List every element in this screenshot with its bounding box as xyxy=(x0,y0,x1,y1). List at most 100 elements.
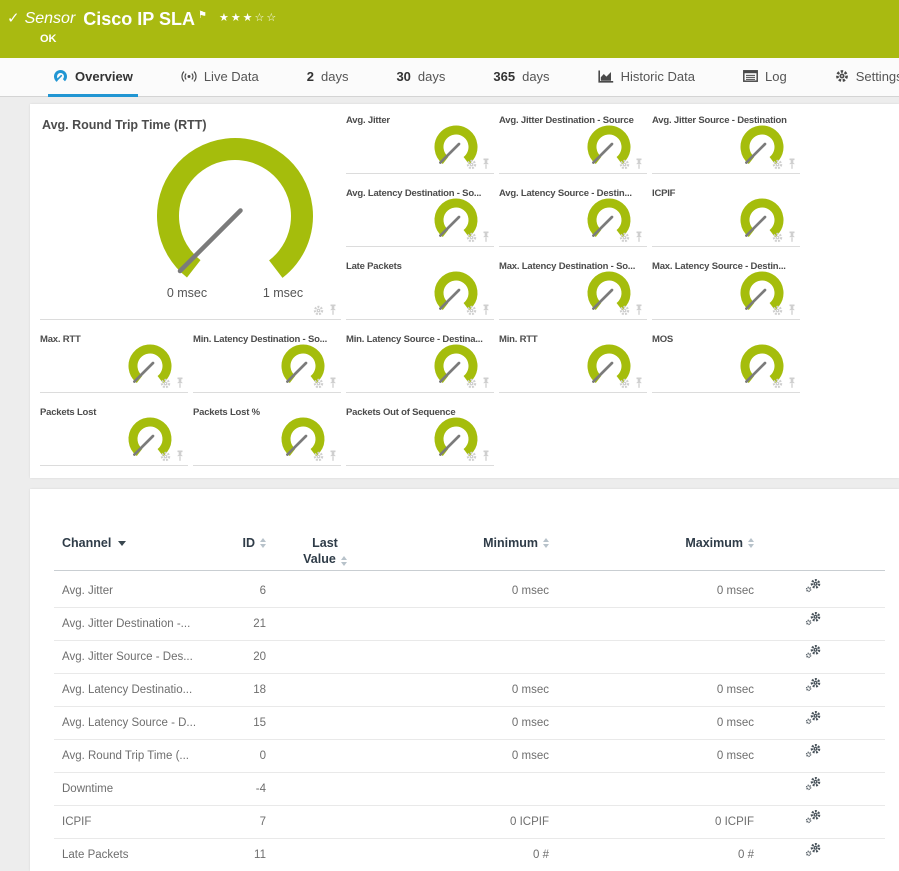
gauge-settings-gear-icon[interactable] xyxy=(313,451,324,462)
gauge-panel-avg-latency-destination-so[interactable]: Avg. Latency Destination - So... xyxy=(346,185,494,247)
gauge-panel-late-packets[interactable]: Late Packets xyxy=(346,258,494,320)
gauge-settings-gear-icon[interactable] xyxy=(772,159,783,170)
gauge-pin-icon[interactable] xyxy=(634,231,644,243)
channel-name[interactable]: Avg. Round Trip Time (... xyxy=(62,740,212,773)
channel-name[interactable]: Downtime xyxy=(62,773,212,806)
gauge-pin-icon[interactable] xyxy=(328,450,338,462)
gauge-panel-avg-round-trip-time[interactable]: Avg. Round Trip Time (RTT) 0 msec 1 msec xyxy=(40,112,341,320)
gauge-panel-icpif[interactable]: ICPIF xyxy=(652,185,800,247)
tab-2-days[interactable]: 2days xyxy=(302,58,354,97)
gauge-pin-icon[interactable] xyxy=(481,450,491,462)
gauge-settings-gear-icon[interactable] xyxy=(466,451,477,462)
gauge-panel-max-latency-source-destin[interactable]: Max. Latency Source - Destin... xyxy=(652,258,800,320)
gauge-pin-icon[interactable] xyxy=(634,304,644,316)
gauge-settings-gear-icon[interactable] xyxy=(160,378,171,389)
channel-name[interactable]: Avg. Jitter xyxy=(62,575,212,608)
gauge-settings-gear-icon[interactable] xyxy=(160,451,171,462)
gauge-settings-gear-icon[interactable] xyxy=(619,159,630,170)
column-header-id[interactable]: ID xyxy=(200,535,266,551)
gauge-pin-icon[interactable] xyxy=(481,158,491,170)
gauge-pin-icon[interactable] xyxy=(787,304,797,316)
column-header-last-value[interactable]: LastValue xyxy=(265,535,385,567)
column-header-maximum[interactable]: Maximum xyxy=(580,535,754,551)
tab-live-data[interactable]: Live Data xyxy=(176,58,264,97)
gauge-panel-packets-out-of-sequence[interactable]: Packets Out of Sequence xyxy=(346,404,494,466)
column-header-minimum[interactable]: Minimum xyxy=(375,535,549,551)
gauge-settings-gear-icon[interactable] xyxy=(619,305,630,316)
tab-overview[interactable]: Overview xyxy=(48,58,138,97)
channel-settings-gear-icon[interactable] xyxy=(800,707,826,737)
gauge-pin-icon[interactable] xyxy=(328,377,338,389)
channel-settings-gear-icon[interactable] xyxy=(800,674,826,704)
gauge-panel-avg-latency-source-destin[interactable]: Avg. Latency Source - Destin... xyxy=(499,185,647,247)
sensor-title: Cisco IP SLA xyxy=(83,9,195,29)
tab-label: Settings xyxy=(856,69,899,84)
gauge-settings-gear-icon[interactable] xyxy=(466,159,477,170)
gauge-settings-gear-icon[interactable] xyxy=(466,305,477,316)
gauge-panel-max-rtt[interactable]: Max. RTT xyxy=(40,331,188,393)
gauge-settings-gear-icon[interactable] xyxy=(772,232,783,243)
gauge-settings-gear-icon[interactable] xyxy=(619,232,630,243)
column-header-channel[interactable]: Channel xyxy=(62,535,202,551)
gauge-panel-packets-lost[interactable]: Packets Lost % xyxy=(193,404,341,466)
gauge-panel-min-rtt[interactable]: Min. RTT xyxy=(499,331,647,393)
gauge-settings-gear-icon[interactable] xyxy=(619,378,630,389)
channel-settings-gear-icon[interactable] xyxy=(800,839,826,869)
gauge-pin-icon[interactable] xyxy=(634,158,644,170)
gauge-pin-icon[interactable] xyxy=(634,377,644,389)
tab-30-days[interactable]: 30days xyxy=(391,58,450,97)
gauge-settings-gear-icon[interactable] xyxy=(313,378,324,389)
tab-historic-data[interactable]: Historic Data xyxy=(593,58,700,97)
star-rating[interactable]: ★★★☆☆ xyxy=(219,9,278,27)
channel-name[interactable]: Avg. Jitter Source - Des... xyxy=(62,641,212,674)
channel-id: 20 xyxy=(200,641,266,674)
priority-flag-icon[interactable]: ⚑ xyxy=(198,9,207,23)
gauge-settings-gear-icon[interactable] xyxy=(466,232,477,243)
tab-settings[interactable]: Settings xyxy=(830,58,899,97)
channel-settings-gear-icon[interactable] xyxy=(800,608,826,638)
channels-card: ChannelIDLastValue Minimum Maximum Avg. Ji… xyxy=(30,489,899,871)
gauge-pin-icon[interactable] xyxy=(481,377,491,389)
gauge-pin-icon[interactable] xyxy=(787,158,797,170)
channel-settings-gear-icon[interactable] xyxy=(800,773,826,803)
channel-settings-gear-icon[interactable] xyxy=(800,806,826,836)
channel-name[interactable]: Avg. Latency Source - D... xyxy=(62,707,212,740)
gauge-pin-icon[interactable] xyxy=(175,377,185,389)
tab-log[interactable]: Log xyxy=(738,58,792,97)
gauge-panel-avg-jitter-source-destination[interactable]: Avg. Jitter Source - Destination xyxy=(652,112,800,174)
sort-desc-caret-icon xyxy=(118,541,126,546)
gauge-panel-avg-jitter-destination-source[interactable]: Avg. Jitter Destination - Source xyxy=(499,112,647,174)
gauge-panel-avg-jitter[interactable]: Avg. Jitter xyxy=(346,112,494,174)
table-row: Avg. Round Trip Time (... 0 0 msec 0 mse… xyxy=(30,740,899,773)
gauge-pin-icon[interactable] xyxy=(481,304,491,316)
gauge-panel-max-latency-destination-so[interactable]: Max. Latency Destination - So... xyxy=(499,258,647,320)
channel-id: 18 xyxy=(200,674,266,707)
gauge-pin-icon[interactable] xyxy=(481,231,491,243)
gauge-pin-icon[interactable] xyxy=(787,231,797,243)
gauge-panel-packets-lost[interactable]: Packets Lost xyxy=(40,404,188,466)
channel-settings-gear-icon[interactable] xyxy=(800,740,826,770)
channel-minimum: 0 msec xyxy=(375,740,549,773)
gauge-settings-gear-icon[interactable] xyxy=(466,378,477,389)
channel-name[interactable]: ICPIF xyxy=(62,806,212,839)
channel-name[interactable]: Avg. Jitter Destination -... xyxy=(62,608,212,641)
gauge-pin-icon[interactable] xyxy=(787,377,797,389)
channel-settings-gear-icon[interactable] xyxy=(800,641,826,671)
gauge-settings-gear-icon[interactable] xyxy=(313,305,324,316)
gauge-pin-icon[interactable] xyxy=(328,304,338,316)
gauge-pin-icon[interactable] xyxy=(175,450,185,462)
tab-365-days[interactable]: 365days xyxy=(488,58,554,97)
tab-label: days xyxy=(321,69,348,84)
gauge-panel-min-latency-source-destina[interactable]: Min. Latency Source - Destina... xyxy=(346,331,494,393)
channel-name[interactable]: Late Packets xyxy=(62,839,212,871)
gauge-panel-min-latency-destination-so[interactable]: Min. Latency Destination - So... xyxy=(193,331,341,393)
column-label: Minimum xyxy=(483,535,538,551)
ok-check-icon: ✓ xyxy=(7,9,20,29)
gauge-settings-gear-icon[interactable] xyxy=(772,305,783,316)
gauge-settings-gear-icon[interactable] xyxy=(772,378,783,389)
channel-name[interactable]: Avg. Latency Destinatio... xyxy=(62,674,212,707)
gauge-panel-mos[interactable]: MOS xyxy=(652,331,800,393)
gauge-scale-max: 1 msec xyxy=(263,286,303,300)
channel-settings-gear-icon[interactable] xyxy=(800,575,826,605)
tab-label: Live Data xyxy=(204,69,259,84)
